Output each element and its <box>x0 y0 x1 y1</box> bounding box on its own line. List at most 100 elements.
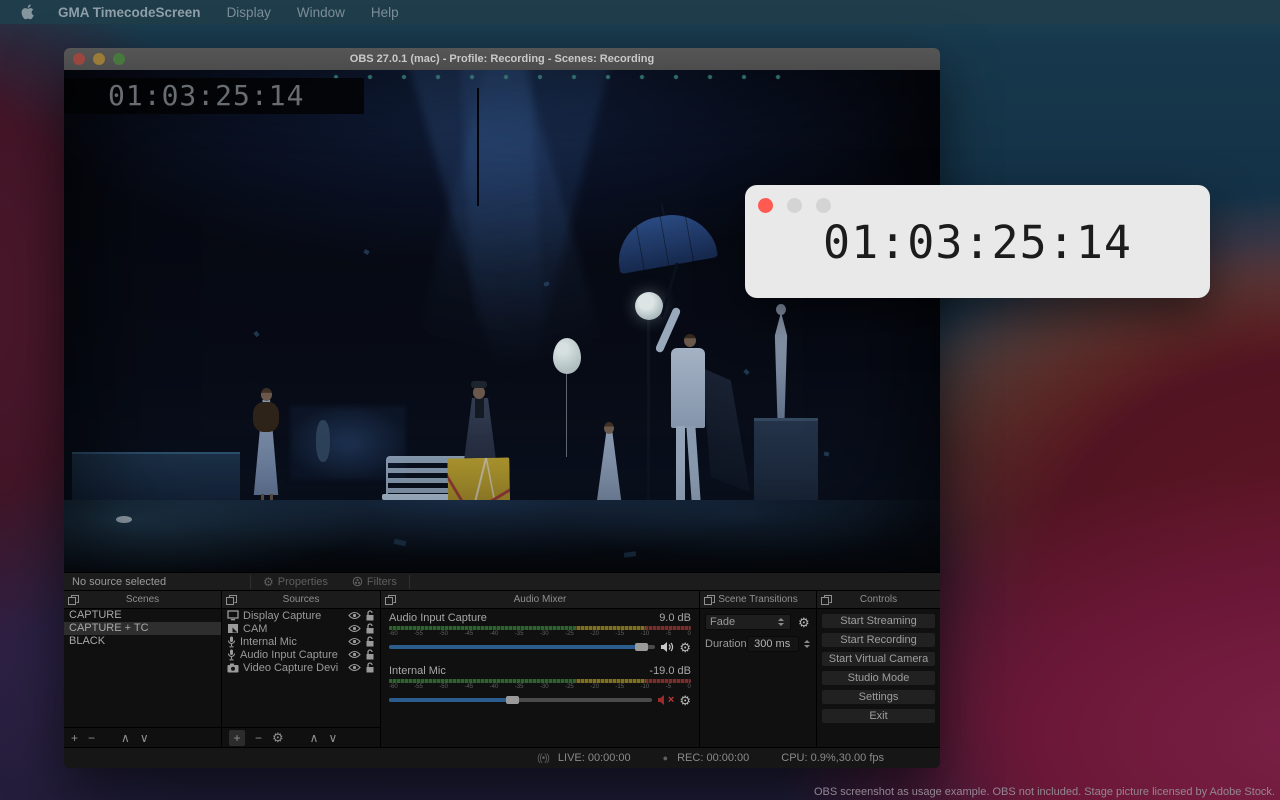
scenes-list: CAPTURE CAPTURE + TC BLACK <box>64 609 221 648</box>
controls-header[interactable]: Controls <box>817 591 940 609</box>
channel-db-value: 9.0 dB <box>659 612 691 625</box>
status-bar: ((•)) LIVE: 00:00:00 ● REC: 00:00:00 CPU… <box>64 747 940 768</box>
volume-slider-handle[interactable] <box>506 696 519 704</box>
volume-slider[interactable] <box>389 645 655 649</box>
properties-button[interactable]: ⚙ Properties <box>251 573 340 590</box>
mic-icon <box>227 636 236 648</box>
start-virtual-camera-button[interactable]: Start Virtual Camera <box>822 652 935 666</box>
zoom-button[interactable] <box>816 198 831 213</box>
timecode-window[interactable]: 01:03:25:14 <box>745 185 1210 298</box>
speaker-muted-icon[interactable] <box>657 694 667 706</box>
sources-toolbar: + − ⚙ ∧ ∨ <box>222 727 380 747</box>
filters-label: Filters <box>367 576 397 588</box>
duration-spinner[interactable] <box>802 640 811 648</box>
controls-title: Controls <box>832 594 925 605</box>
source-item[interactable]: Display Capture <box>222 609 380 622</box>
panel-icon <box>68 595 79 605</box>
transition-gear-icon[interactable]: ⚙ <box>798 616 810 629</box>
eye-icon[interactable] <box>348 650 361 659</box>
eye-icon[interactable] <box>348 624 361 633</box>
sources-panel: Sources Display Capture CAM <box>222 591 381 747</box>
dock-panels: Scenes CAPTURE CAPTURE + TC BLACK + − ∧ … <box>64 590 940 747</box>
audio-mixer-header[interactable]: Audio Mixer <box>381 591 699 609</box>
scene-up-button[interactable]: ∧ <box>121 731 130 745</box>
unlock-icon[interactable] <box>365 662 375 673</box>
unlock-icon[interactable] <box>365 649 375 660</box>
sources-panel-title: Sources <box>237 594 365 605</box>
panel-icon <box>226 595 237 605</box>
unlock-icon[interactable] <box>365 636 375 647</box>
transition-select[interactable]: Fade <box>705 614 791 630</box>
menu-item-help[interactable]: Help <box>371 5 399 20</box>
unlock-icon[interactable] <box>365 623 375 634</box>
channel-name: Audio Input Capture <box>389 612 487 625</box>
start-recording-button[interactable]: Start Recording <box>822 633 935 647</box>
duration-label: Duration <box>705 638 747 650</box>
scene-down-button[interactable]: ∨ <box>140 731 149 745</box>
channel-name: Internal Mic <box>389 665 446 678</box>
eye-icon[interactable] <box>348 611 361 620</box>
window-title: OBS 27.0.1 (mac) - Profile: Recording - … <box>64 53 940 65</box>
source-properties-gear-icon[interactable]: ⚙ <box>272 731 284 744</box>
apple-icon[interactable] <box>21 4 34 20</box>
menu-app-name[interactable]: GMA TimecodeScreen <box>58 5 201 20</box>
source-down-button[interactable]: ∨ <box>328 731 337 745</box>
menu-item-display[interactable]: Display <box>227 5 271 20</box>
scenes-toolbar: + − ∧ ∨ <box>64 727 221 747</box>
speaker-icon[interactable] <box>660 641 674 653</box>
scenes-panel-title: Scenes <box>79 594 206 605</box>
menu-bar: GMA TimecodeScreen Display Window Help <box>0 0 1280 24</box>
settings-button[interactable]: Settings <box>822 690 935 704</box>
remove-source-button[interactable]: − <box>255 731 262 745</box>
minimize-button[interactable] <box>787 198 802 213</box>
eye-icon[interactable] <box>348 663 361 672</box>
mixer-channel-audio-input: Audio Input Capture 9.0 dB -60-55-50-45-… <box>381 609 699 662</box>
close-button[interactable] <box>758 198 773 213</box>
rec-dot-icon: ● <box>663 753 668 763</box>
properties-label: Properties <box>278 576 328 588</box>
obs-title-bar[interactable]: OBS 27.0.1 (mac) - Profile: Recording - … <box>64 48 940 70</box>
scene-item[interactable]: BLACK <box>64 635 221 648</box>
add-scene-button[interactable]: + <box>71 731 78 745</box>
scenes-panel-header[interactable]: Scenes <box>64 591 221 609</box>
remove-scene-button[interactable]: − <box>88 731 95 745</box>
channel-gear-icon[interactable]: ⚙ <box>679 694 691 707</box>
duration-input[interactable]: 300 ms <box>747 636 799 652</box>
scene-transitions-header[interactable]: Scene Transitions <box>700 591 816 609</box>
filters-button[interactable]: Filters <box>340 573 409 590</box>
menu-item-window[interactable]: Window <box>297 5 345 20</box>
volume-slider[interactable] <box>389 698 652 702</box>
exit-button[interactable]: Exit <box>822 709 935 723</box>
source-up-button[interactable]: ∧ <box>310 731 319 745</box>
window-capture-icon <box>227 623 239 634</box>
mic-icon <box>227 649 236 661</box>
cpu-status: CPU: 0.9%,30.00 fps <box>781 752 884 764</box>
eye-icon[interactable] <box>348 637 361 646</box>
studio-mode-button[interactable]: Studio Mode <box>822 671 935 685</box>
scene-item-selected[interactable]: CAPTURE + TC <box>64 622 221 635</box>
start-streaming-button[interactable]: Start Streaming <box>822 614 935 628</box>
sources-list: Display Capture CAM Internal Mic <box>222 609 380 674</box>
sources-panel-header[interactable]: Sources <box>222 591 380 609</box>
source-toolbar: No source selected ⚙ Properties Filters <box>64 572 940 590</box>
panel-icon <box>704 595 715 605</box>
channel-gear-icon[interactable]: ⚙ <box>679 641 691 654</box>
timecode-display: 01:03:25:14 <box>745 216 1210 269</box>
source-item[interactable]: CAM <box>222 622 380 635</box>
live-status: LIVE: 00:00:00 <box>558 752 631 764</box>
unlock-icon[interactable] <box>365 610 375 621</box>
audio-mixer-panel: Audio Mixer Audio Input Capture 9.0 dB -… <box>381 591 700 747</box>
source-item[interactable]: Audio Input Capture <box>222 648 380 661</box>
add-source-button[interactable]: + <box>229 730 245 746</box>
attribution-text: OBS screenshot as usage example. OBS not… <box>814 786 1275 798</box>
volume-slider-handle[interactable] <box>635 643 648 651</box>
source-item[interactable]: Internal Mic <box>222 635 380 648</box>
meter-scale: -60-55-50-45-40-35-30-25-20-15-10-50 <box>389 630 691 638</box>
display-icon <box>227 610 239 621</box>
desktop: GMA TimecodeScreen Display Window Help O… <box>0 0 1280 800</box>
controls-panel: Controls Start Streaming Start Recording… <box>817 591 940 747</box>
preview-canvas[interactable]: 01:03:25:14 <box>64 70 940 572</box>
audio-mixer-title: Audio Mixer <box>396 594 684 605</box>
scene-item[interactable]: CAPTURE <box>64 609 221 622</box>
source-item[interactable]: Video Capture Devi <box>222 661 380 674</box>
